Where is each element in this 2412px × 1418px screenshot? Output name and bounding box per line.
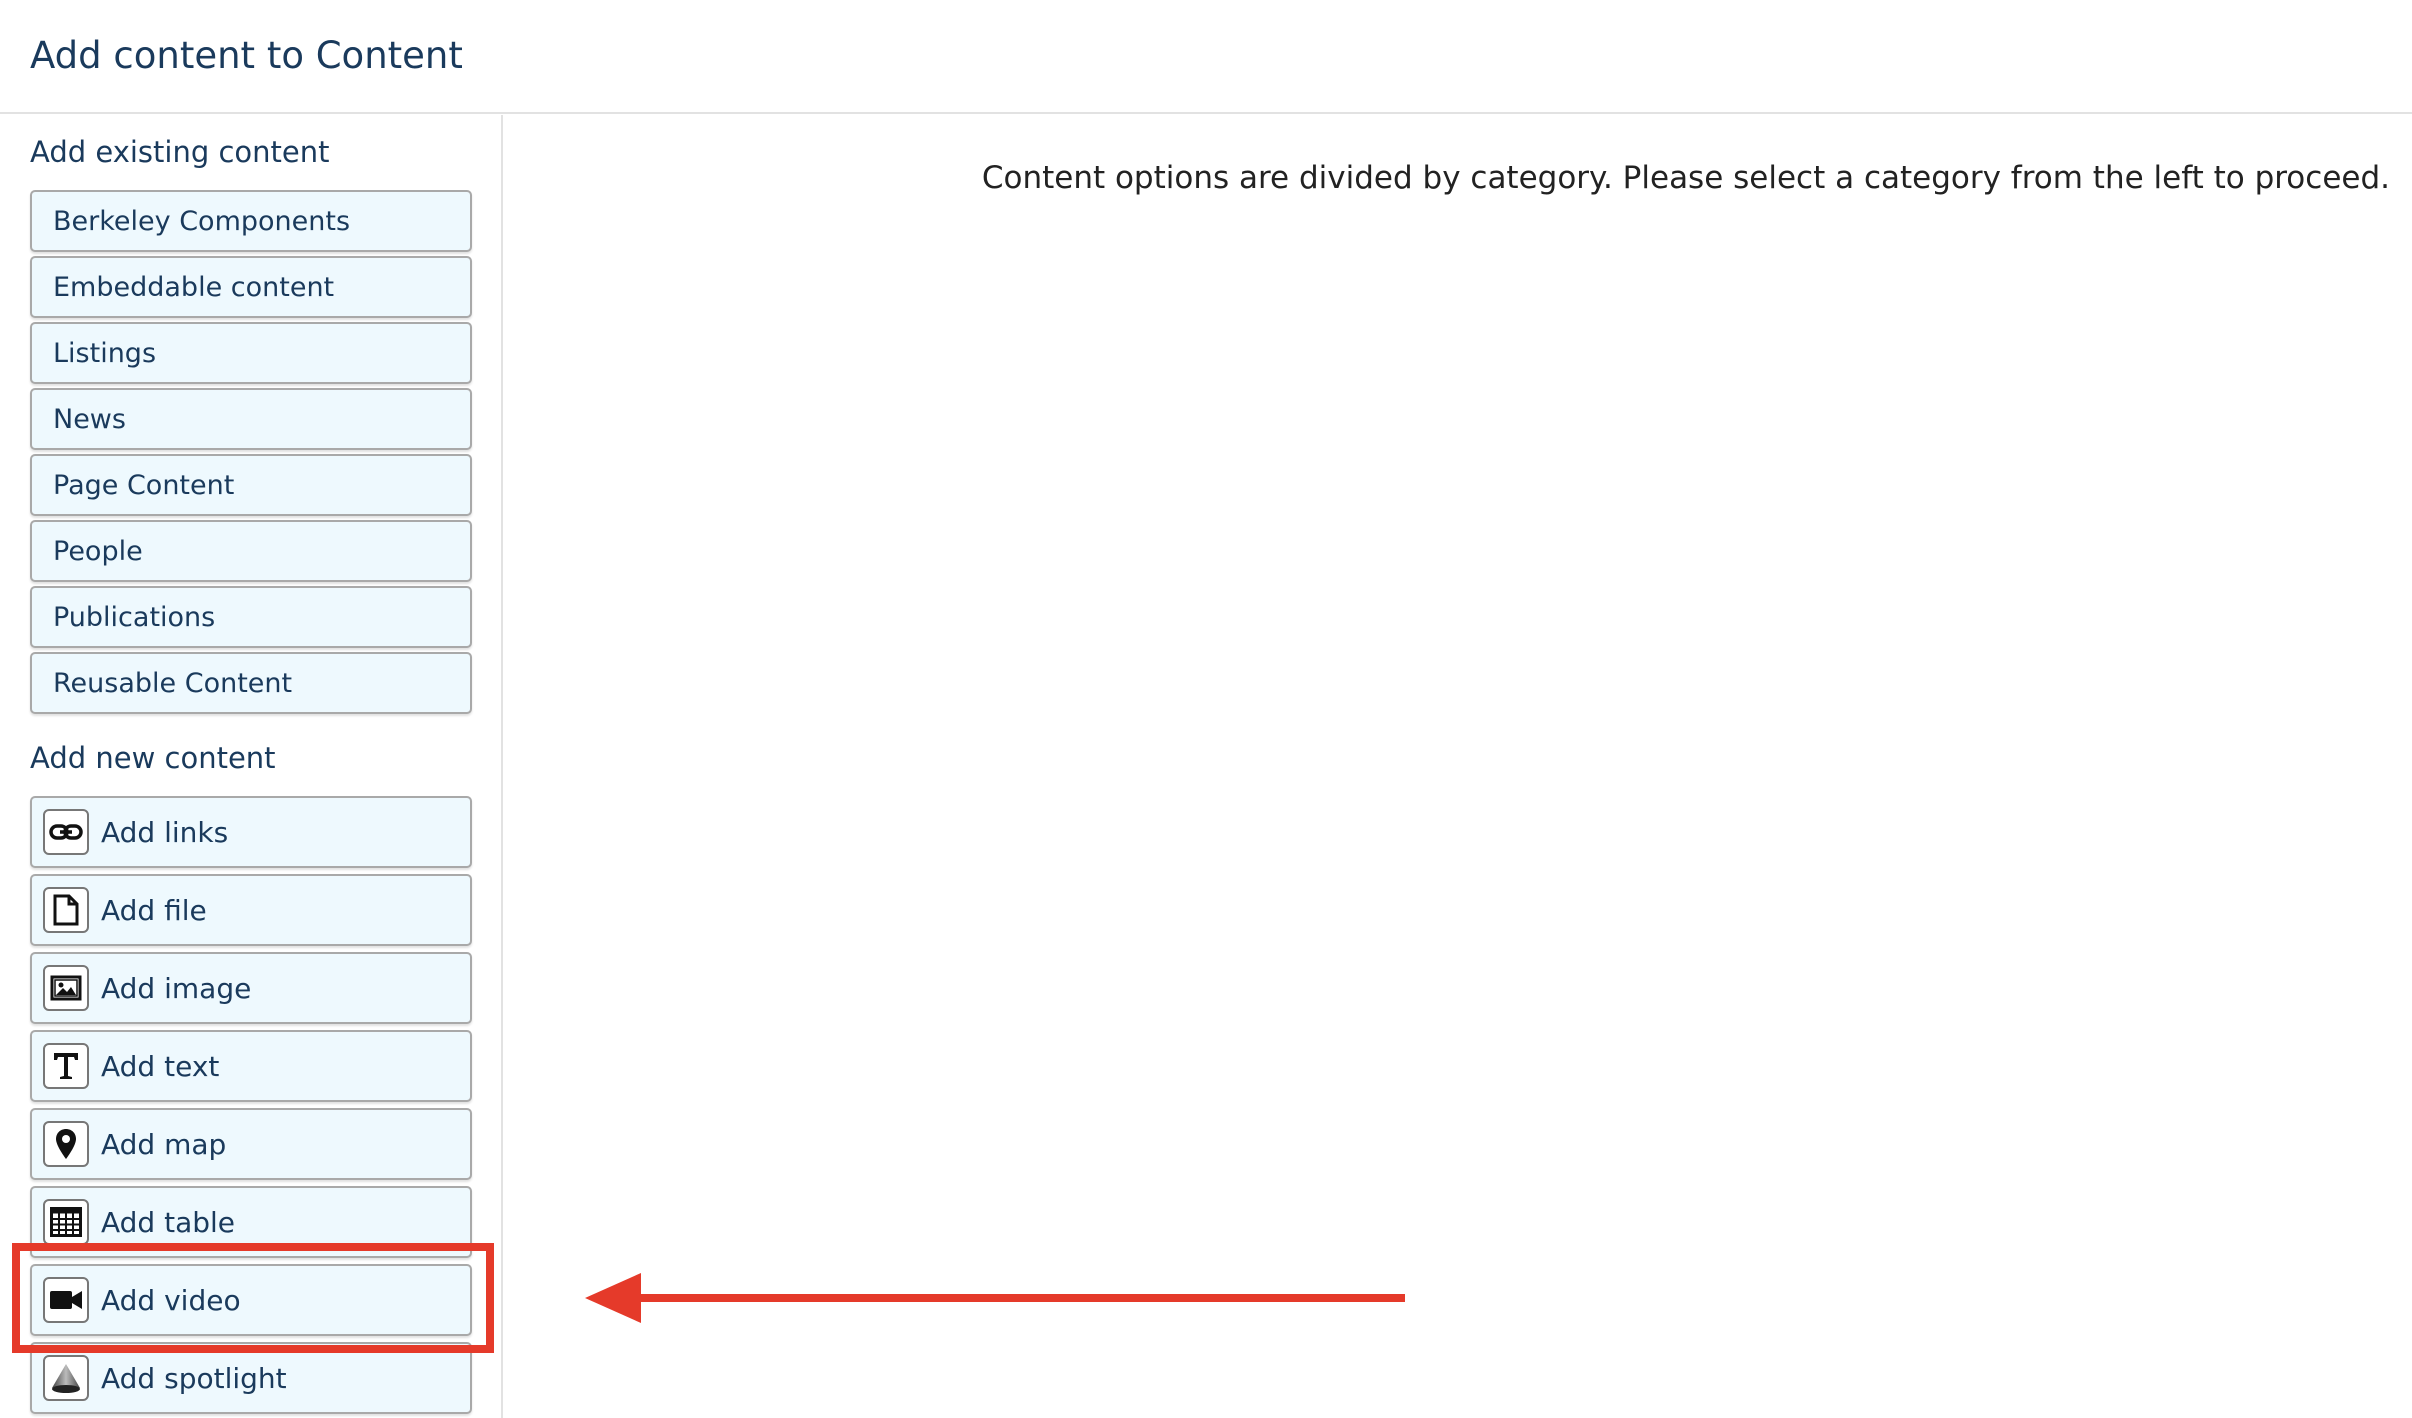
add-links-button[interactable]: Add links [30, 796, 472, 868]
add-spotlight-label: Add spotlight [101, 1361, 287, 1395]
category-listings-button[interactable]: Listings [30, 322, 472, 384]
modal-title: Add content to Content [30, 34, 463, 77]
add-text-button[interactable]: Add text [30, 1030, 472, 1102]
add-links-label: Add links [101, 815, 229, 849]
category-people-button[interactable]: People [30, 520, 472, 582]
map-pin-icon [43, 1121, 89, 1167]
add-image-button[interactable]: Add image [30, 952, 472, 1024]
add-image-label: Add image [101, 971, 252, 1005]
category-news-button[interactable]: News [30, 388, 472, 450]
text-icon [43, 1043, 89, 1089]
existing-content-heading: Add existing content [30, 135, 330, 169]
add-map-label: Add map [101, 1127, 227, 1161]
annotation-arrow-icon [585, 1273, 1405, 1323]
new-content-heading: Add new content [30, 741, 276, 775]
category-embeddable-content-button[interactable]: Embeddable content [30, 256, 472, 318]
category-berkeley-components-button[interactable]: Berkeley Components [30, 190, 472, 252]
file-icon [43, 887, 89, 933]
add-file-label: Add file [101, 893, 207, 927]
add-file-button[interactable]: Add file [30, 874, 472, 946]
add-table-label: Add table [101, 1205, 236, 1239]
category-publications-button[interactable]: Publications [30, 586, 472, 648]
category-page-content-button[interactable]: Page Content [30, 454, 472, 516]
add-text-label: Add text [101, 1049, 220, 1083]
spotlight-icon [43, 1355, 89, 1401]
table-icon [43, 1199, 89, 1245]
add-map-button[interactable]: Add map [30, 1108, 472, 1180]
category-sidebar: Add existing content Berkeley Components… [0, 115, 503, 1418]
category-reusable-content-button[interactable]: Reusable Content [30, 652, 472, 714]
category-instructions-text: Content options are divided by category.… [981, 160, 2390, 196]
link-icon [43, 809, 89, 855]
highlight-annotation-box [12, 1243, 494, 1353]
image-icon [43, 965, 89, 1011]
modal-header: Add content to Content [0, 0, 2412, 114]
